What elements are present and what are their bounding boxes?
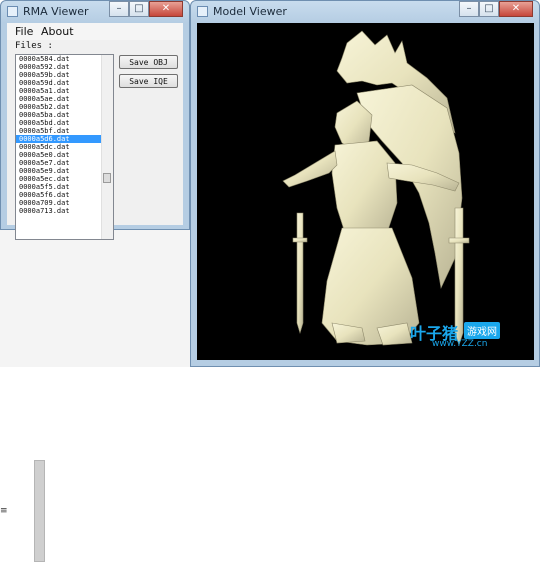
file-list-item[interactable]: 0000a5ec.dat — [16, 175, 113, 183]
file-list-item[interactable]: 0000a5a1.dat — [16, 87, 113, 95]
model-render — [282, 30, 470, 346]
save-obj-button[interactable]: Save OBJ — [119, 55, 178, 69]
file-list-scrollbar[interactable] — [101, 55, 113, 239]
menu-file[interactable]: File — [15, 25, 33, 38]
model-viewport[interactable]: 叶子猪 游戏网 www.YZZ.cn — [197, 23, 534, 360]
close-icon[interactable]: ✕ — [149, 1, 183, 17]
file-list-item[interactable]: 0000a709.dat — [16, 199, 113, 207]
menu-about[interactable]: About — [41, 25, 74, 38]
watermark-badge: 游戏网 — [464, 322, 500, 339]
window-icon — [7, 6, 18, 17]
file-list-item[interactable]: 0000a5bd.dat — [16, 119, 113, 127]
rma-title: RMA Viewer — [23, 5, 89, 18]
rma-titlebar[interactable]: RMA Viewer – □ ✕ — [1, 1, 189, 23]
maximize-icon[interactable]: □ — [479, 1, 499, 17]
model-titlebar[interactable]: Model Viewer – □ ✕ — [191, 1, 539, 23]
window-icon — [197, 6, 208, 17]
watermark: 叶子猪 游戏网 www.YZZ.cn — [410, 320, 528, 352]
file-list-item[interactable]: 0000a5bf.dat — [16, 127, 113, 135]
background-scrollbar[interactable] — [34, 460, 45, 562]
save-iqe-button[interactable]: Save IQE — [119, 74, 178, 88]
file-list-item[interactable]: 0000a5d6.dat — [16, 135, 113, 143]
scroll-thumb[interactable] — [103, 173, 111, 183]
menu-bar: File About — [7, 23, 183, 40]
minimize-icon[interactable]: – — [109, 1, 129, 17]
close-icon[interactable]: ✕ — [499, 1, 533, 17]
file-list-item[interactable]: 0000a592.dat — [16, 63, 113, 71]
file-list-item[interactable]: 0000a5b2.dat — [16, 103, 113, 111]
file-list-item[interactable]: 0000a59b.dat — [16, 71, 113, 79]
file-list[interactable]: 0000a584.dat 0000a592.dat 0000a59b.dat 0000… — [15, 54, 114, 240]
file-list-item[interactable]: 0000a5ae.dat — [16, 95, 113, 103]
minimize-icon[interactable]: – — [459, 1, 479, 17]
file-list-item[interactable]: 0000a5f5.dat — [16, 183, 113, 191]
file-list-item[interactable]: 0000a59d.dat — [16, 79, 113, 87]
rma-viewer-window: RMA Viewer – □ ✕ File About Files : 0000… — [0, 0, 190, 240]
file-list-item[interactable]: 0000a5e7.dat — [16, 159, 113, 167]
model-title: Model Viewer — [213, 5, 287, 18]
model-viewer-window: Model Viewer – □ ✕ 叶子猪 游戏网 www.YZZ.cn — [190, 0, 540, 367]
rma-client-area: File About Files : 0000a584.dat 0000a592.… — [7, 23, 183, 240]
background-window: ≡ — [0, 228, 190, 562]
file-list-item[interactable]: 0000a5e0.dat — [16, 151, 113, 159]
maximize-icon[interactable]: □ — [129, 1, 149, 17]
watermark-url: www.YZZ.cn — [432, 339, 488, 349]
file-list-item[interactable]: 0000a5dc.dat — [16, 143, 113, 151]
file-list-item[interactable]: 0000a584.dat — [16, 55, 113, 63]
background-glyph: ≡ — [0, 506, 8, 516]
file-list-item[interactable]: 0000a5e9.dat — [16, 167, 113, 175]
file-list-item[interactable]: 0000a5ba.dat — [16, 111, 113, 119]
file-list-item[interactable]: 0000a713.dat — [16, 207, 113, 215]
files-label: Files : — [15, 41, 53, 51]
file-list-item[interactable]: 0000a5f6.dat — [16, 191, 113, 199]
